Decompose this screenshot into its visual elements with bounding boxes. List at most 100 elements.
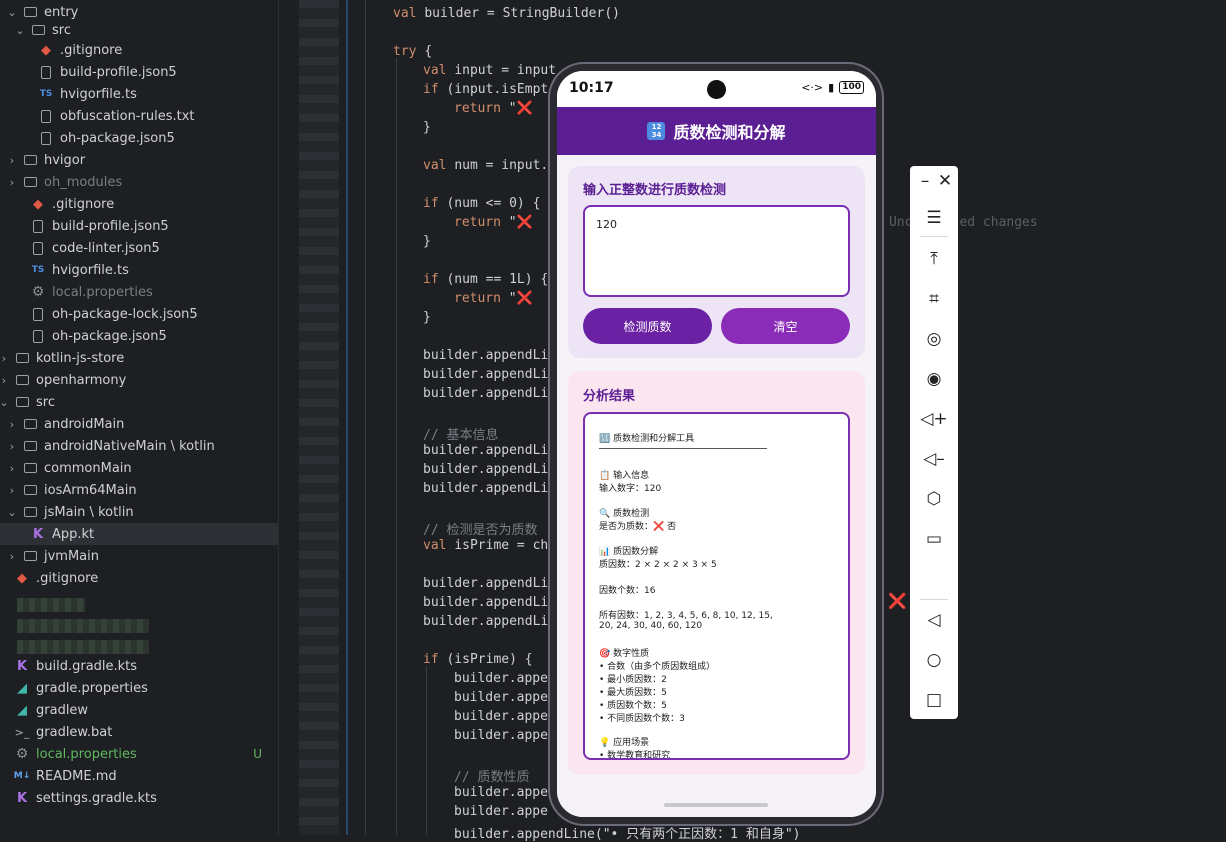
folder-icon: [22, 153, 38, 167]
clear-button[interactable]: 清空: [721, 308, 850, 344]
git-icon: ◆: [17, 570, 27, 586]
tree-item-label: iosArm64Main: [44, 482, 137, 498]
chevron-icon[interactable]: ›: [6, 484, 18, 497]
code-line: try {: [393, 44, 432, 59]
rotate-icon[interactable]: ◎: [910, 325, 958, 353]
chevron-icon[interactable]: ⌄: [0, 396, 10, 409]
tree-item[interactable]: › androidNativeMain \ kotlin: [0, 435, 278, 457]
keyword: try: [393, 44, 425, 59]
shake-icon[interactable]: ⬡: [910, 485, 958, 513]
tree-item[interactable]: oh-package-lock.json5: [0, 303, 278, 325]
code-line: builder.appe: [454, 671, 548, 686]
chevron-icon[interactable]: ›: [6, 418, 18, 431]
code-line: builder.appe: [454, 690, 548, 705]
chevron-icon[interactable]: ›: [6, 550, 18, 563]
close-icon[interactable]: ✕: [921, 167, 969, 195]
tree-item-label: openharmony: [36, 372, 127, 388]
screenshot-icon[interactable]: ▭: [910, 525, 958, 553]
result-line: 💡 应用场景: [599, 738, 650, 748]
result-line: 输入数字：120: [599, 484, 662, 494]
chevron-icon[interactable]: ›: [0, 374, 10, 387]
chevron-icon[interactable]: ›: [6, 462, 18, 475]
tree-item[interactable]: › oh_modules: [0, 171, 278, 193]
code-token: }: [423, 120, 431, 135]
code-token: builder.appendLi: [423, 481, 549, 496]
tree-item[interactable]: M↓ README.md: [0, 765, 278, 787]
tree-item[interactable]: Ksettings.gradle.kts: [0, 787, 278, 809]
back-icon[interactable]: ◁: [910, 606, 958, 634]
tree-item[interactable]: › jvmMain: [0, 545, 278, 567]
tree-item[interactable]: oh-package.json5: [0, 127, 278, 149]
tree-item[interactable]: › androidMain: [0, 413, 278, 435]
tree-item-label: oh_modules: [44, 174, 123, 190]
tree-item[interactable]: obfuscation-rules.txt: [0, 105, 278, 127]
chevron-icon[interactable]: ›: [6, 154, 18, 167]
code-line: // 检测是否为质数: [423, 519, 537, 538]
number-input[interactable]: 120: [583, 205, 850, 297]
volume-up-icon[interactable]: ◁+: [910, 405, 958, 433]
result-line: • 质因数个数：5: [599, 701, 667, 711]
tree-item[interactable]: › openharmony: [0, 369, 278, 391]
code-line: builder.appendLi: [423, 595, 548, 610]
home-indicator[interactable]: [664, 803, 768, 807]
result-line: 🔍 质数检测: [599, 509, 650, 519]
tree-item-label: obfuscation-rules.txt: [60, 108, 195, 124]
tree-item[interactable]: ⚙ local.properties U: [0, 743, 278, 765]
tree-item[interactable]: Kbuild.gradle.kts: [0, 655, 278, 677]
tree-item-label: build-profile.json5: [52, 218, 169, 234]
tree-item[interactable]: ◆ .gitignore: [0, 567, 278, 589]
crop-icon[interactable]: ⌗: [910, 285, 958, 313]
menu-icon[interactable]: ☰: [910, 204, 958, 232]
tree-item[interactable]: >_ gradlew.bat: [0, 721, 278, 743]
tree-item[interactable]: ⌄ src: [0, 19, 278, 41]
pin-top-icon[interactable]: ⤒: [910, 245, 958, 273]
chevron-icon[interactable]: ›: [6, 176, 18, 189]
tree-item[interactable]: build-profile.json5: [0, 61, 278, 83]
keyword: val: [393, 6, 425, 21]
phone-screen[interactable]: 10:17 <·> ▮ 100 12 34 质数检测和分解 输入正整数进行质数检…: [557, 71, 876, 817]
tree-item[interactable]: › commonMain: [0, 457, 278, 479]
record-icon[interactable]: ◉: [910, 365, 958, 393]
toolbar-divider: [920, 599, 948, 600]
chevron-icon[interactable]: ⌄: [6, 506, 18, 519]
tree-item-label: .gitignore: [52, 196, 115, 212]
tree-item[interactable]: › hvigor: [0, 149, 278, 171]
result-line: • 不同质因数个数：3: [599, 714, 685, 724]
home-icon[interactable]: ○: [910, 646, 958, 674]
volume-down-icon[interactable]: ◁–: [910, 445, 958, 473]
tree-item-label: src: [52, 22, 71, 38]
code-line: if (isPrime) {: [423, 652, 533, 667]
keyword: return: [454, 101, 509, 116]
tree-item[interactable]: ⚙ local.properties: [0, 281, 278, 303]
tree-item-label: hvigorfile.ts: [60, 86, 137, 102]
tree-item-label: gradlew.bat: [36, 724, 113, 740]
tree-item[interactable]: ◆ .gitignore: [0, 39, 278, 61]
tree-item[interactable]: build-profile.json5: [0, 215, 278, 237]
folder-icon: [22, 417, 38, 431]
folder-icon: [22, 549, 38, 563]
folder-icon: [30, 23, 46, 37]
tree-item[interactable]: ⌄ src: [0, 391, 278, 413]
result-text-area[interactable]: 🔢 质数检测和分解工具 📋 输入信息 输入数字：120 🔍 质数检测 是否为质数：❌ 否…: [583, 412, 850, 760]
code-token: builder.appendLi: [423, 367, 549, 382]
chevron-icon[interactable]: ›: [0, 352, 10, 365]
tree-item[interactable]: › kotlin-js-store: [0, 347, 278, 369]
tree-item[interactable]: TS hvigorfile.ts: [0, 259, 278, 281]
chevron-icon[interactable]: ⌄: [14, 24, 26, 37]
tree-item[interactable]: code-linter.json5: [0, 237, 278, 259]
gear-icon: ⚙: [31, 284, 45, 300]
input-card: 输入正整数进行质数检测 120 检测质数 清空: [568, 166, 865, 358]
tree-item[interactable]: ◢ gradle.properties: [0, 677, 278, 699]
tree-item[interactable]: ⌄ jsMain \ kotlin: [0, 501, 278, 523]
chevron-icon[interactable]: ⌄: [6, 6, 18, 19]
chevron-icon[interactable]: ›: [6, 440, 18, 453]
tree-item[interactable]: ◆ .gitignore: [0, 193, 278, 215]
tree-item-label: build-profile.json5: [60, 64, 177, 80]
recents-icon[interactable]: □: [910, 686, 958, 714]
tree-item[interactable]: K App.kt: [0, 523, 278, 545]
tree-item[interactable]: › iosArm64Main: [0, 479, 278, 501]
tree-item[interactable]: ◢ gradlew: [0, 699, 278, 721]
tree-item[interactable]: TS hvigorfile.ts: [0, 83, 278, 105]
check-prime-button[interactable]: 检测质数: [583, 308, 712, 344]
tree-item[interactable]: oh-package.json5: [0, 325, 278, 347]
